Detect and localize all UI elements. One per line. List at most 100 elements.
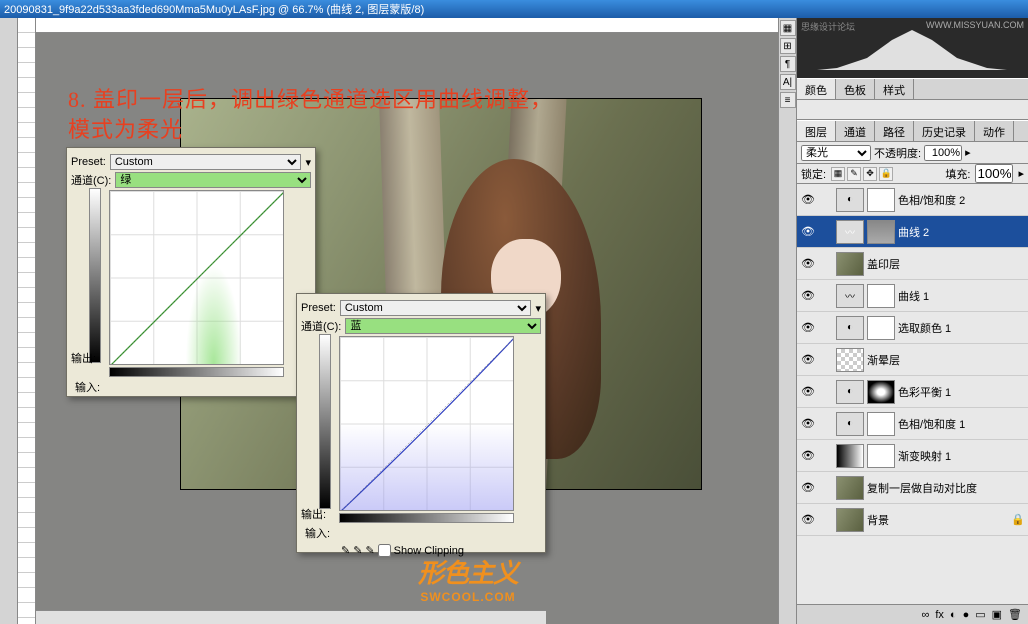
layer-row[interactable]: 👁背景🔒	[797, 504, 1028, 536]
show-clipping[interactable]: ✎ ✎ ✎ Show Clipping	[341, 544, 541, 557]
layer-row[interactable]: 👁 ◐ 色相/饱和度 1	[797, 408, 1028, 440]
visibility-eye-icon[interactable]: 👁	[800, 288, 816, 304]
preset-select[interactable]: Custom	[110, 154, 302, 170]
eyedropper-icon[interactable]: ✎	[341, 544, 350, 557]
canvas[interactable]: 8. 盖印一层后，调出绿色通道选区用曲线调整， 模式为柔光 Preset: Cu…	[36, 33, 778, 624]
tab-styles[interactable]: 样式	[875, 79, 914, 99]
fill-input[interactable]	[975, 164, 1013, 183]
layer-row[interactable]: 👁 盖印层	[797, 248, 1028, 280]
layer-row[interactable]: 👁 ◐ 色彩平衡 1	[797, 376, 1028, 408]
layer-mask-thumbnail[interactable]	[867, 444, 895, 468]
visibility-eye-icon[interactable]: 👁	[800, 320, 816, 336]
layer-thumbnail[interactable]	[836, 348, 864, 372]
curves-dialog-green[interactable]: Preset: Custom ▾ 通道(C): 绿 输出:	[66, 147, 316, 397]
visibility-eye-icon[interactable]: 👁	[800, 512, 816, 528]
layer-name[interactable]: 盖印层	[867, 256, 1025, 272]
tab-channels[interactable]: 通道	[836, 121, 875, 141]
layer-name[interactable]: 色相/饱和度 2	[898, 192, 1025, 208]
layer-name[interactable]: 色相/饱和度 1	[898, 416, 1025, 432]
layer-row[interactable]: 👁 渐晕层	[797, 344, 1028, 376]
add-mask-icon[interactable]: ◐	[950, 609, 957, 621]
layer-thumbnail[interactable]	[836, 508, 864, 532]
show-clipping-checkbox[interactable]	[378, 544, 391, 557]
new-group-icon[interactable]: ▭	[975, 608, 985, 621]
channel-label: 通道(C):	[301, 318, 341, 334]
visibility-eye-icon[interactable]: 👁	[800, 352, 816, 368]
blend-mode-select[interactable]: 柔光	[801, 145, 871, 161]
tab-paths[interactable]: 路径	[875, 121, 914, 141]
eyedropper-icon[interactable]: ✎	[353, 544, 362, 557]
visibility-eye-icon[interactable]: 👁	[800, 224, 816, 240]
channel-select[interactable]: 蓝	[345, 318, 541, 334]
visibility-eye-icon[interactable]: 👁	[800, 480, 816, 496]
tab-history[interactable]: 历史记录	[914, 121, 975, 141]
layer-name[interactable]: 渐变映射 1	[898, 448, 1025, 464]
layer-row[interactable]: 👁 ◐ 选取颜色 1	[797, 312, 1028, 344]
layer-thumbnail[interactable]: ◐	[836, 316, 864, 340]
new-layer-icon[interactable]: ▣	[992, 608, 1002, 621]
options-icon[interactable]: ▾	[535, 302, 541, 315]
curve-grid[interactable]	[109, 190, 284, 365]
chevron-right-icon[interactable]: ▸	[965, 146, 971, 159]
lock-position-icon[interactable]: ✥	[863, 167, 877, 181]
layer-mask-thumbnail[interactable]	[867, 380, 895, 404]
tool-button[interactable]: ⊞	[780, 38, 796, 54]
visibility-eye-icon[interactable]: 👁	[800, 448, 816, 464]
layers-list[interactable]: 👁◐色相/饱和度 2👁〰曲线 2👁盖印层👁〰曲线 1👁◐选取颜色 1👁渐晕层👁◐…	[797, 184, 1028, 604]
lock-transparency-icon[interactable]: ▦	[831, 167, 845, 181]
layer-thumbnail[interactable]	[836, 252, 864, 276]
layer-name[interactable]: 曲线 1	[898, 288, 1025, 304]
layer-row[interactable]: 👁 〰 曲线 2	[797, 216, 1028, 248]
tab-swatches[interactable]: 色板	[836, 79, 875, 99]
layer-row[interactable]: 👁 渐变映射 1	[797, 440, 1028, 472]
visibility-eye-icon[interactable]: 👁	[800, 192, 816, 208]
layer-mask-thumbnail[interactable]	[867, 412, 895, 436]
tab-actions[interactable]: 动作	[975, 121, 1014, 141]
layer-thumbnail[interactable]	[836, 476, 864, 500]
layer-name[interactable]: 选取颜色 1	[898, 320, 1025, 336]
link-layers-icon[interactable]: ∞	[922, 609, 930, 621]
layer-thumbnail[interactable]: ◐	[836, 412, 864, 436]
channel-select[interactable]: 绿	[115, 172, 311, 188]
visibility-eye-icon[interactable]: 👁	[800, 416, 816, 432]
chevron-right-icon[interactable]: ▸	[1018, 167, 1024, 180]
opacity-input[interactable]	[924, 145, 962, 161]
options-icon[interactable]: ▾	[305, 156, 311, 169]
layer-row[interactable]: 👁 复制一层做自动对比度	[797, 472, 1028, 504]
layer-mask-thumbnail[interactable]	[867, 220, 895, 244]
layer-name[interactable]: 渐晕层	[867, 352, 1025, 368]
layer-row[interactable]: 👁 〰 曲线 1	[797, 280, 1028, 312]
lock-all-icon[interactable]: 🔒	[879, 167, 893, 181]
layer-name[interactable]: 复制一层做自动对比度	[867, 480, 1025, 496]
tab-layers[interactable]: 图层	[797, 121, 836, 141]
ruler-horizontal[interactable]	[36, 18, 778, 33]
adjustment-icon[interactable]: ●	[963, 609, 970, 621]
tool-button[interactable]: ▦	[780, 20, 796, 36]
preset-select[interactable]: Custom	[340, 300, 532, 316]
layer-thumbnail[interactable]: ◐	[836, 380, 864, 404]
lock-pixels-icon[interactable]: ✎	[847, 167, 861, 181]
tab-color[interactable]: 颜色	[797, 79, 836, 99]
curve-grid[interactable]	[339, 336, 514, 511]
layer-mask-thumbnail[interactable]	[867, 284, 895, 308]
layer-mask-thumbnail[interactable]	[867, 188, 895, 212]
tool-button[interactable]: ≡	[780, 92, 796, 108]
layer-mask-thumbnail[interactable]	[867, 316, 895, 340]
layer-fx-icon[interactable]: fx	[935, 609, 944, 621]
ruler-vertical[interactable]	[18, 18, 36, 624]
layer-thumbnail[interactable]: 〰	[836, 220, 864, 244]
layer-name[interactable]: 色彩平衡 1	[898, 384, 1025, 400]
layer-name[interactable]: 背景	[867, 512, 1008, 528]
layer-thumbnail[interactable]: 〰	[836, 284, 864, 308]
tool-button[interactable]: ¶	[780, 56, 796, 72]
layer-thumbnail[interactable]	[836, 444, 864, 468]
visibility-eye-icon[interactable]: 👁	[800, 384, 816, 400]
layer-row[interactable]: 👁 ◐ 色相/饱和度 2	[797, 184, 1028, 216]
layer-thumbnail[interactable]: ◐	[836, 188, 864, 212]
tool-button[interactable]: A|	[780, 74, 796, 90]
layer-name[interactable]: 曲线 2	[898, 224, 1025, 240]
eyedropper-icon[interactable]: ✎	[365, 544, 374, 557]
curves-dialog-blue[interactable]: Preset: Custom ▾ 通道(C): 蓝 输出:	[296, 293, 546, 553]
delete-layer-icon[interactable]: 🗑	[1008, 608, 1022, 621]
visibility-eye-icon[interactable]: 👁	[800, 256, 816, 272]
